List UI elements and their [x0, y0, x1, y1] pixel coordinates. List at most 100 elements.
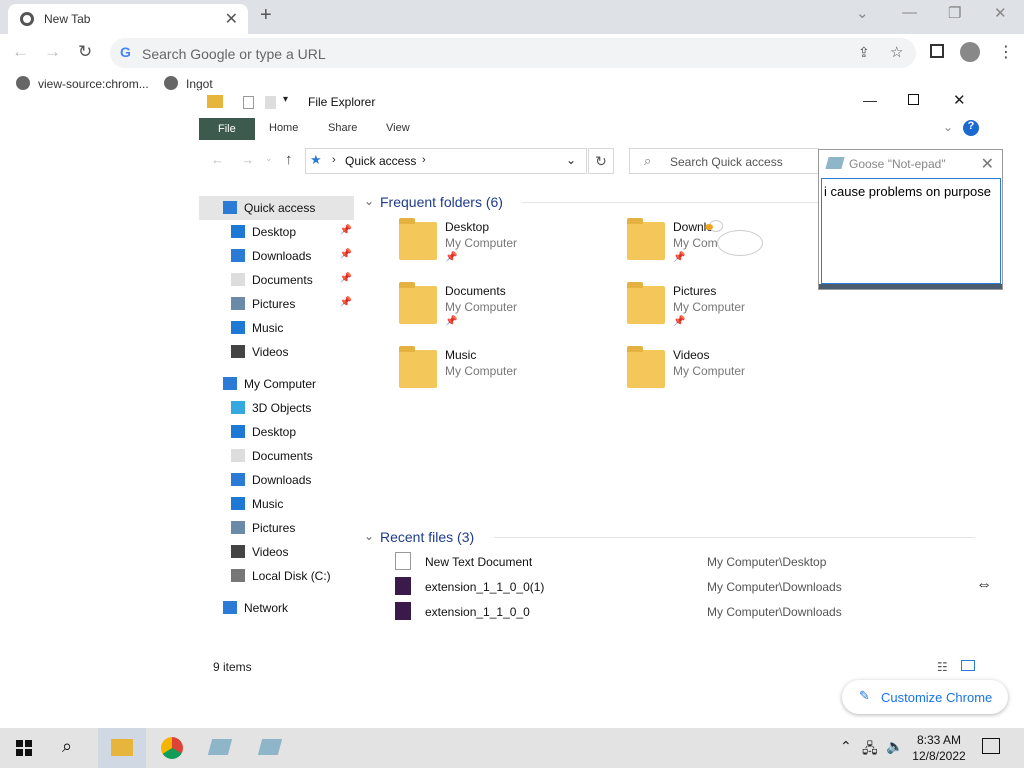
sidebar-item-documents[interactable]: Documents 📌 [199, 268, 354, 292]
large-icons-view-icon[interactable] [961, 660, 975, 671]
sidebar-item-desktop[interactable]: Desktop [199, 420, 354, 444]
breadcrumb[interactable]: Quick access [345, 154, 416, 168]
network-icon[interactable]: 🖧 [862, 738, 878, 762]
taskbar-notepad-1[interactable] [196, 728, 244, 768]
folder-name: Music [445, 348, 477, 362]
bookmark-ingot[interactable]: Ingot [164, 76, 213, 91]
new-folder-icon[interactable] [265, 96, 276, 109]
tab-new-tab[interactable]: New Tab ✕ [8, 4, 248, 34]
pin-icon[interactable]: 📌 [340, 297, 352, 308]
up-button[interactable]: ↑ [285, 151, 293, 168]
sidebar-item-downloads[interactable]: Downloads 📌 [199, 244, 354, 268]
tab-home[interactable]: Home [269, 122, 298, 134]
folder-tile[interactable]: Desktop My Computer 📌 [399, 218, 629, 280]
taskbar-notepad-2[interactable] [246, 728, 294, 768]
restore-button[interactable]: ❐ [948, 4, 961, 22]
share-icon[interactable]: ⇪ [858, 44, 870, 61]
folder-tile[interactable]: Documents My Computer 📌 [399, 282, 629, 344]
recent-files-header[interactable]: Recent files (3) [380, 529, 474, 545]
minimize-button[interactable]: — [863, 92, 877, 108]
sidebar-item-downloads[interactable]: Downloads [199, 468, 354, 492]
bookmark-view-source[interactable]: view-source:chrom... [16, 76, 149, 91]
omnibox[interactable]: G Search Google or type a URL ⇪ ☆ [110, 38, 916, 68]
close-tab-icon[interactable]: ✕ [225, 9, 238, 29]
notepad-text-area[interactable]: i cause problems on purpose [821, 178, 1001, 284]
details-view-icon[interactable]: ☷ [937, 660, 948, 674]
expand-ribbon-icon[interactable]: ⌄ [943, 120, 953, 134]
sidebar-item-quick-access[interactable]: Quick access [199, 196, 354, 220]
sidebar-item-pictures[interactable]: Pictures [199, 516, 354, 540]
tab-share[interactable]: Share [328, 122, 357, 134]
tab-view[interactable]: View [386, 122, 410, 134]
menu-icon[interactable]: ⋮ [998, 42, 1014, 62]
sidebar-item-videos[interactable]: Videos [199, 340, 354, 364]
collapse-chevron-icon[interactable]: ⌄ [364, 529, 374, 543]
collapse-chevron-icon[interactable]: ⌄ [364, 194, 374, 208]
close-button[interactable]: ✕ [953, 91, 966, 109]
sidebar-item-videos[interactable]: Videos [199, 540, 354, 564]
new-tab-button[interactable]: + [260, 4, 272, 27]
forward-button[interactable]: → [44, 42, 61, 62]
folder-tile[interactable]: Pictures My Computer 📌 [627, 282, 857, 344]
sidebar-item-desktop[interactable]: Desktop 📌 [199, 220, 354, 244]
back-button[interactable]: ← [211, 152, 224, 167]
search-box[interactable]: ⌕ Search Quick access [629, 148, 819, 174]
pin-icon[interactable]: 📌 [340, 249, 352, 260]
folder-tile[interactable]: Videos My Computer [627, 346, 857, 408]
notification-icon[interactable] [982, 738, 1000, 754]
address-dropdown-icon[interactable]: ⌄ [566, 153, 576, 167]
folder-location: My Computer [673, 364, 746, 378]
tab-file[interactable]: File [199, 118, 255, 140]
search-input[interactable]: Search Quick access [670, 155, 783, 169]
sidebar-item-music[interactable]: Music [199, 316, 354, 340]
sidebar-item-local-disk-c[interactable]: Local Disk (C:) [199, 564, 354, 588]
help-icon[interactable]: ? [963, 120, 979, 136]
reload-button[interactable]: ↻ [78, 42, 92, 62]
close-window-button[interactable]: ✕ [994, 4, 1007, 22]
music-icon [231, 321, 245, 334]
minimize-button[interactable]: — [902, 4, 917, 21]
recent-file-location: My Computer\Downloads [707, 605, 842, 619]
address-bar[interactable]: ★ › Quick access › ⌄ [305, 148, 587, 174]
chevron-up-icon[interactable]: ⌃ [840, 738, 852, 755]
clock[interactable]: 8:33 AM 12/8/2022 [912, 732, 966, 764]
desktop-icon [231, 425, 245, 438]
sidebar-item-pictures[interactable]: Pictures 📌 [199, 292, 354, 316]
recent-locations-icon[interactable]: ⌄ [265, 153, 273, 164]
sidebar-item-my-computer[interactable]: My Computer [199, 372, 354, 396]
properties-icon[interactable] [243, 96, 254, 109]
customize-chrome-button[interactable]: ✎ Customize Chrome [842, 680, 1008, 714]
frequent-folders-header[interactable]: Frequent folders (6) [380, 194, 503, 210]
profile-avatar[interactable] [960, 42, 980, 62]
back-button[interactable]: ← [12, 42, 29, 62]
pin-icon[interactable]: 📌 [340, 225, 352, 236]
folder-tile[interactable]: Music My Computer [399, 346, 629, 408]
sidebar-item-network[interactable]: Network [199, 596, 354, 620]
desktop-goose[interactable] [705, 218, 765, 273]
pin-icon[interactable]: 📌 [340, 273, 352, 284]
bookmark-star-icon[interactable]: ☆ [890, 43, 903, 61]
chevron-down-icon[interactable]: ⌄ [856, 4, 869, 22]
maximize-button[interactable] [908, 94, 919, 105]
taskbar-file-explorer[interactable] [98, 728, 146, 768]
search-icon[interactable]: ⌕ [62, 736, 72, 757]
sidebar-item-3d-objects[interactable]: 3D Objects [199, 396, 354, 420]
quick-access-dropdown-icon[interactable]: ▾ [283, 94, 288, 105]
sidebar-item-music[interactable]: Music [199, 492, 354, 516]
recent-file-row[interactable]: extension_1_1_0_0(1) My Computer\Download… [395, 577, 975, 599]
recent-file-row[interactable]: extension_1_1_0_0 My Computer\Downloads [395, 602, 975, 624]
taskbar-chrome[interactable] [148, 728, 196, 768]
forward-button[interactable]: → [241, 152, 254, 167]
windows-start-icon[interactable] [16, 740, 32, 756]
folder-name: Desktop [445, 220, 490, 234]
refresh-button[interactable]: ↻ [588, 148, 614, 174]
volume-icon[interactable]: 🔈 [886, 738, 903, 755]
explorer-app-icon [207, 95, 223, 108]
close-icon[interactable]: ✕ [981, 154, 994, 174]
recent-file-row[interactable]: New Text Document My Computer\Desktop [395, 552, 975, 574]
chrome-icon [161, 737, 183, 759]
side-panel-icon[interactable] [930, 44, 944, 58]
recent-file-name: extension_1_1_0_0(1) [425, 580, 545, 594]
sidebar-item-documents[interactable]: Documents [199, 444, 354, 468]
taskbar: ⌕ ⌃ 🖧 🔈 8:33 AM 12/8/2022 [0, 728, 1024, 768]
